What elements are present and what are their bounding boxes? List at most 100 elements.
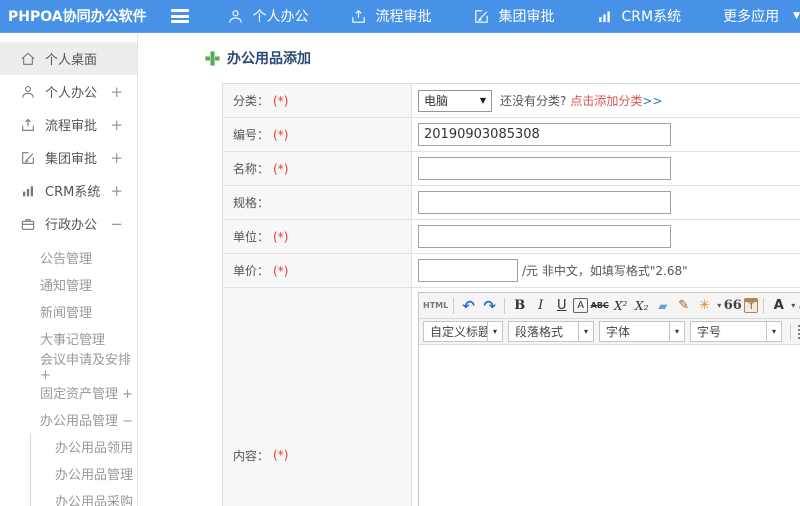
sidebar-supplies-children: 办公用品领用 办公用品管理 办公用品采购 xyxy=(30,433,137,506)
paste-text-button[interactable]: T xyxy=(744,298,759,313)
content-field-cell: HTML ↶ ↷ B I U A ABC X² X₂ ▰ ✎ ✳ ▾ 66 T … xyxy=(412,288,800,506)
field-label: 编号： xyxy=(233,128,270,142)
sidebar-item-notice-mgmt[interactable]: 通知管理 xyxy=(0,271,137,298)
undo-button[interactable]: ↶ xyxy=(459,296,478,315)
spec-label-cell: 规格： xyxy=(223,186,412,219)
superscript-button[interactable]: X² xyxy=(611,296,630,315)
caret-down-icon: ▼ xyxy=(479,96,486,105)
code-input[interactable] xyxy=(418,123,671,146)
toolbar-divider xyxy=(763,297,765,314)
paragraph-format-select[interactable]: 段落格式 ▾ xyxy=(508,321,594,342)
top-navigation: 个人办公 流程审批 集团审批 CRM系统 更多应用 ▼ xyxy=(227,6,800,26)
name-input[interactable] xyxy=(418,157,671,180)
source-code-button[interactable]: HTML xyxy=(423,296,448,315)
add-icon xyxy=(206,51,219,65)
unit-input[interactable] xyxy=(418,225,671,248)
topnav-label: 个人办公 xyxy=(252,9,309,25)
topnav-item-workflow-approval[interactable]: 流程审批 xyxy=(350,6,431,26)
bold-button[interactable]: B xyxy=(510,296,529,315)
editor-toolbar-row1: HTML ↶ ↷ B I U A ABC X² X₂ ▰ ✎ ✳ ▾ 66 T … xyxy=(419,293,800,319)
sidebar: 个人桌面 个人办公 + 流程审批 + 集团审批 + CRM系统 + 行政办公 − xyxy=(0,34,138,506)
caret-down-icon: ▾ xyxy=(487,322,502,341)
underline-button[interactable]: U xyxy=(552,296,571,315)
topnav-item-personal-office[interactable]: 个人办公 xyxy=(227,6,308,26)
expand-plus-icon[interactable]: + xyxy=(110,83,123,101)
toolbar-divider xyxy=(790,323,791,340)
sidebar-item-personal-office[interactable]: 个人办公 + xyxy=(0,75,137,108)
font-color-button[interactable]: A xyxy=(769,296,788,315)
category-select-value: 电脑 xyxy=(424,94,449,108)
price-input[interactable] xyxy=(418,259,518,282)
font-border-button[interactable]: A xyxy=(573,298,589,313)
redo-button[interactable]: ↷ xyxy=(480,296,499,315)
editor-content-area[interactable] xyxy=(419,345,800,506)
caret-down-icon[interactable]: ▾ xyxy=(791,301,795,310)
caret-down-icon[interactable]: ▾ xyxy=(717,301,721,310)
sidebar-item-office-supplies-mgmt[interactable]: 办公用品管理 − xyxy=(0,406,137,433)
required-mark: (*) xyxy=(273,263,289,278)
italic-button[interactable]: I xyxy=(531,296,550,315)
expand-plus-icon[interactable]: + xyxy=(110,116,123,134)
expand-plus-icon[interactable]: + xyxy=(110,182,123,200)
topnav-item-more-apps[interactable]: 更多应用 ▼ xyxy=(723,6,800,26)
sidebar-item-announcement-mgmt[interactable]: 公告管理 xyxy=(0,244,137,271)
price-field-cell: /元 非中文，如填写格式"2.68" xyxy=(412,254,800,287)
required-mark: (*) xyxy=(273,161,289,176)
sidebar-item-supplies-receive[interactable]: 办公用品领用 xyxy=(31,433,137,460)
align-left-button[interactable] xyxy=(796,322,800,341)
blockquote-button[interactable]: 66 xyxy=(723,296,742,315)
sidebar-item-personal-desktop[interactable]: 个人桌面 xyxy=(0,42,137,75)
expand-plus-icon[interactable]: + xyxy=(110,149,123,167)
sidebar-item-label: 个人办公 xyxy=(45,86,98,101)
caret-down-icon: ▾ xyxy=(578,322,593,341)
sidebar-item-label: 流程审批 xyxy=(45,119,98,134)
menu-icon[interactable] xyxy=(171,9,190,23)
form-row-price: 单价： (*) /元 非中文，如填写格式"2.68" xyxy=(223,254,800,288)
name-field-cell xyxy=(412,152,800,185)
form-row-name: 名称： (*) xyxy=(223,152,800,186)
price-label-cell: 单价： (*) xyxy=(223,254,412,287)
topnav-item-group-approval[interactable]: 集团审批 xyxy=(473,6,554,26)
strikethrough-button[interactable]: ABC xyxy=(590,296,609,315)
price-hint: /元 非中文，如填写格式"2.68" xyxy=(522,264,688,278)
sidebar-admin-children: 公告管理 通知管理 新闻管理 大事记管理 会议申请及安排+ 固定资产管理 + 办… xyxy=(0,244,137,506)
sidebar-item-supplies-purchase[interactable]: 办公用品采购 xyxy=(31,487,137,506)
field-label: 内容： xyxy=(233,448,270,463)
sidebar-item-meeting-mgmt[interactable]: 会议申请及安排+ xyxy=(0,352,137,383)
add-category-link-arrows[interactable]: >> xyxy=(642,94,662,108)
unit-field-cell xyxy=(412,220,800,253)
auto-typeset-button[interactable]: ✳ xyxy=(695,296,714,315)
font-size-select[interactable]: 字号 ▾ xyxy=(690,321,782,342)
spec-input[interactable] xyxy=(418,191,671,214)
custom-title-select[interactable]: 自定义标题 ▾ xyxy=(423,321,503,342)
sidebar-item-fixed-assets-mgmt[interactable]: 固定资产管理 + xyxy=(0,379,137,406)
font-family-select[interactable]: 字体 ▾ xyxy=(599,321,685,342)
code-label-cell: 编号： (*) xyxy=(223,118,412,151)
person-icon xyxy=(227,8,244,25)
form-row-spec: 规格： xyxy=(223,186,800,220)
sidebar-item-news-mgmt[interactable]: 新闻管理 xyxy=(0,298,137,325)
add-category-link[interactable]: 点击添加分类 xyxy=(570,92,642,109)
form-row-category: 分类： (*) 电脑 ▼ 还没有分类? 点击添加分类 >> xyxy=(223,84,800,118)
eraser-button[interactable]: ▰ xyxy=(653,296,672,315)
sidebar-item-group-approval[interactable]: 集团审批 + xyxy=(0,141,137,174)
topnav-item-crm[interactable]: CRM系统 xyxy=(596,6,681,26)
code-field-cell xyxy=(412,118,800,151)
format-brush-button[interactable]: ✎ xyxy=(674,296,693,315)
required-mark: (*) xyxy=(273,127,289,142)
subscript-button[interactable]: X₂ xyxy=(632,296,651,315)
briefcase-icon xyxy=(20,216,36,232)
content-label-cell: 内容： (*) xyxy=(223,288,412,506)
sidebar-item-crm[interactable]: CRM系统 + xyxy=(0,174,137,207)
category-field-cell: 电脑 ▼ 还没有分类? 点击添加分类 >> xyxy=(412,84,800,117)
page-title: 办公用品添加 xyxy=(227,51,311,67)
sidebar-item-supplies-manage[interactable]: 办公用品管理 xyxy=(31,460,137,487)
rich-text-editor: HTML ↶ ↷ B I U A ABC X² X₂ ▰ ✎ ✳ ▾ 66 T … xyxy=(418,292,800,506)
brand-logo: PHPOA协同办公软件 xyxy=(8,9,147,25)
collapse-minus-icon[interactable]: − xyxy=(110,215,123,233)
editor-toolbar-row2: 自定义标题 ▾ 段落格式 ▾ 字体 ▾ 字号 ▾ xyxy=(419,319,800,345)
category-select[interactable]: 电脑 ▼ xyxy=(418,89,492,112)
sidebar-item-admin-office[interactable]: 行政办公 − xyxy=(0,207,137,240)
sidebar-item-workflow-approval[interactable]: 流程审批 + xyxy=(0,108,137,141)
caret-down-icon: ▾ xyxy=(669,322,684,341)
